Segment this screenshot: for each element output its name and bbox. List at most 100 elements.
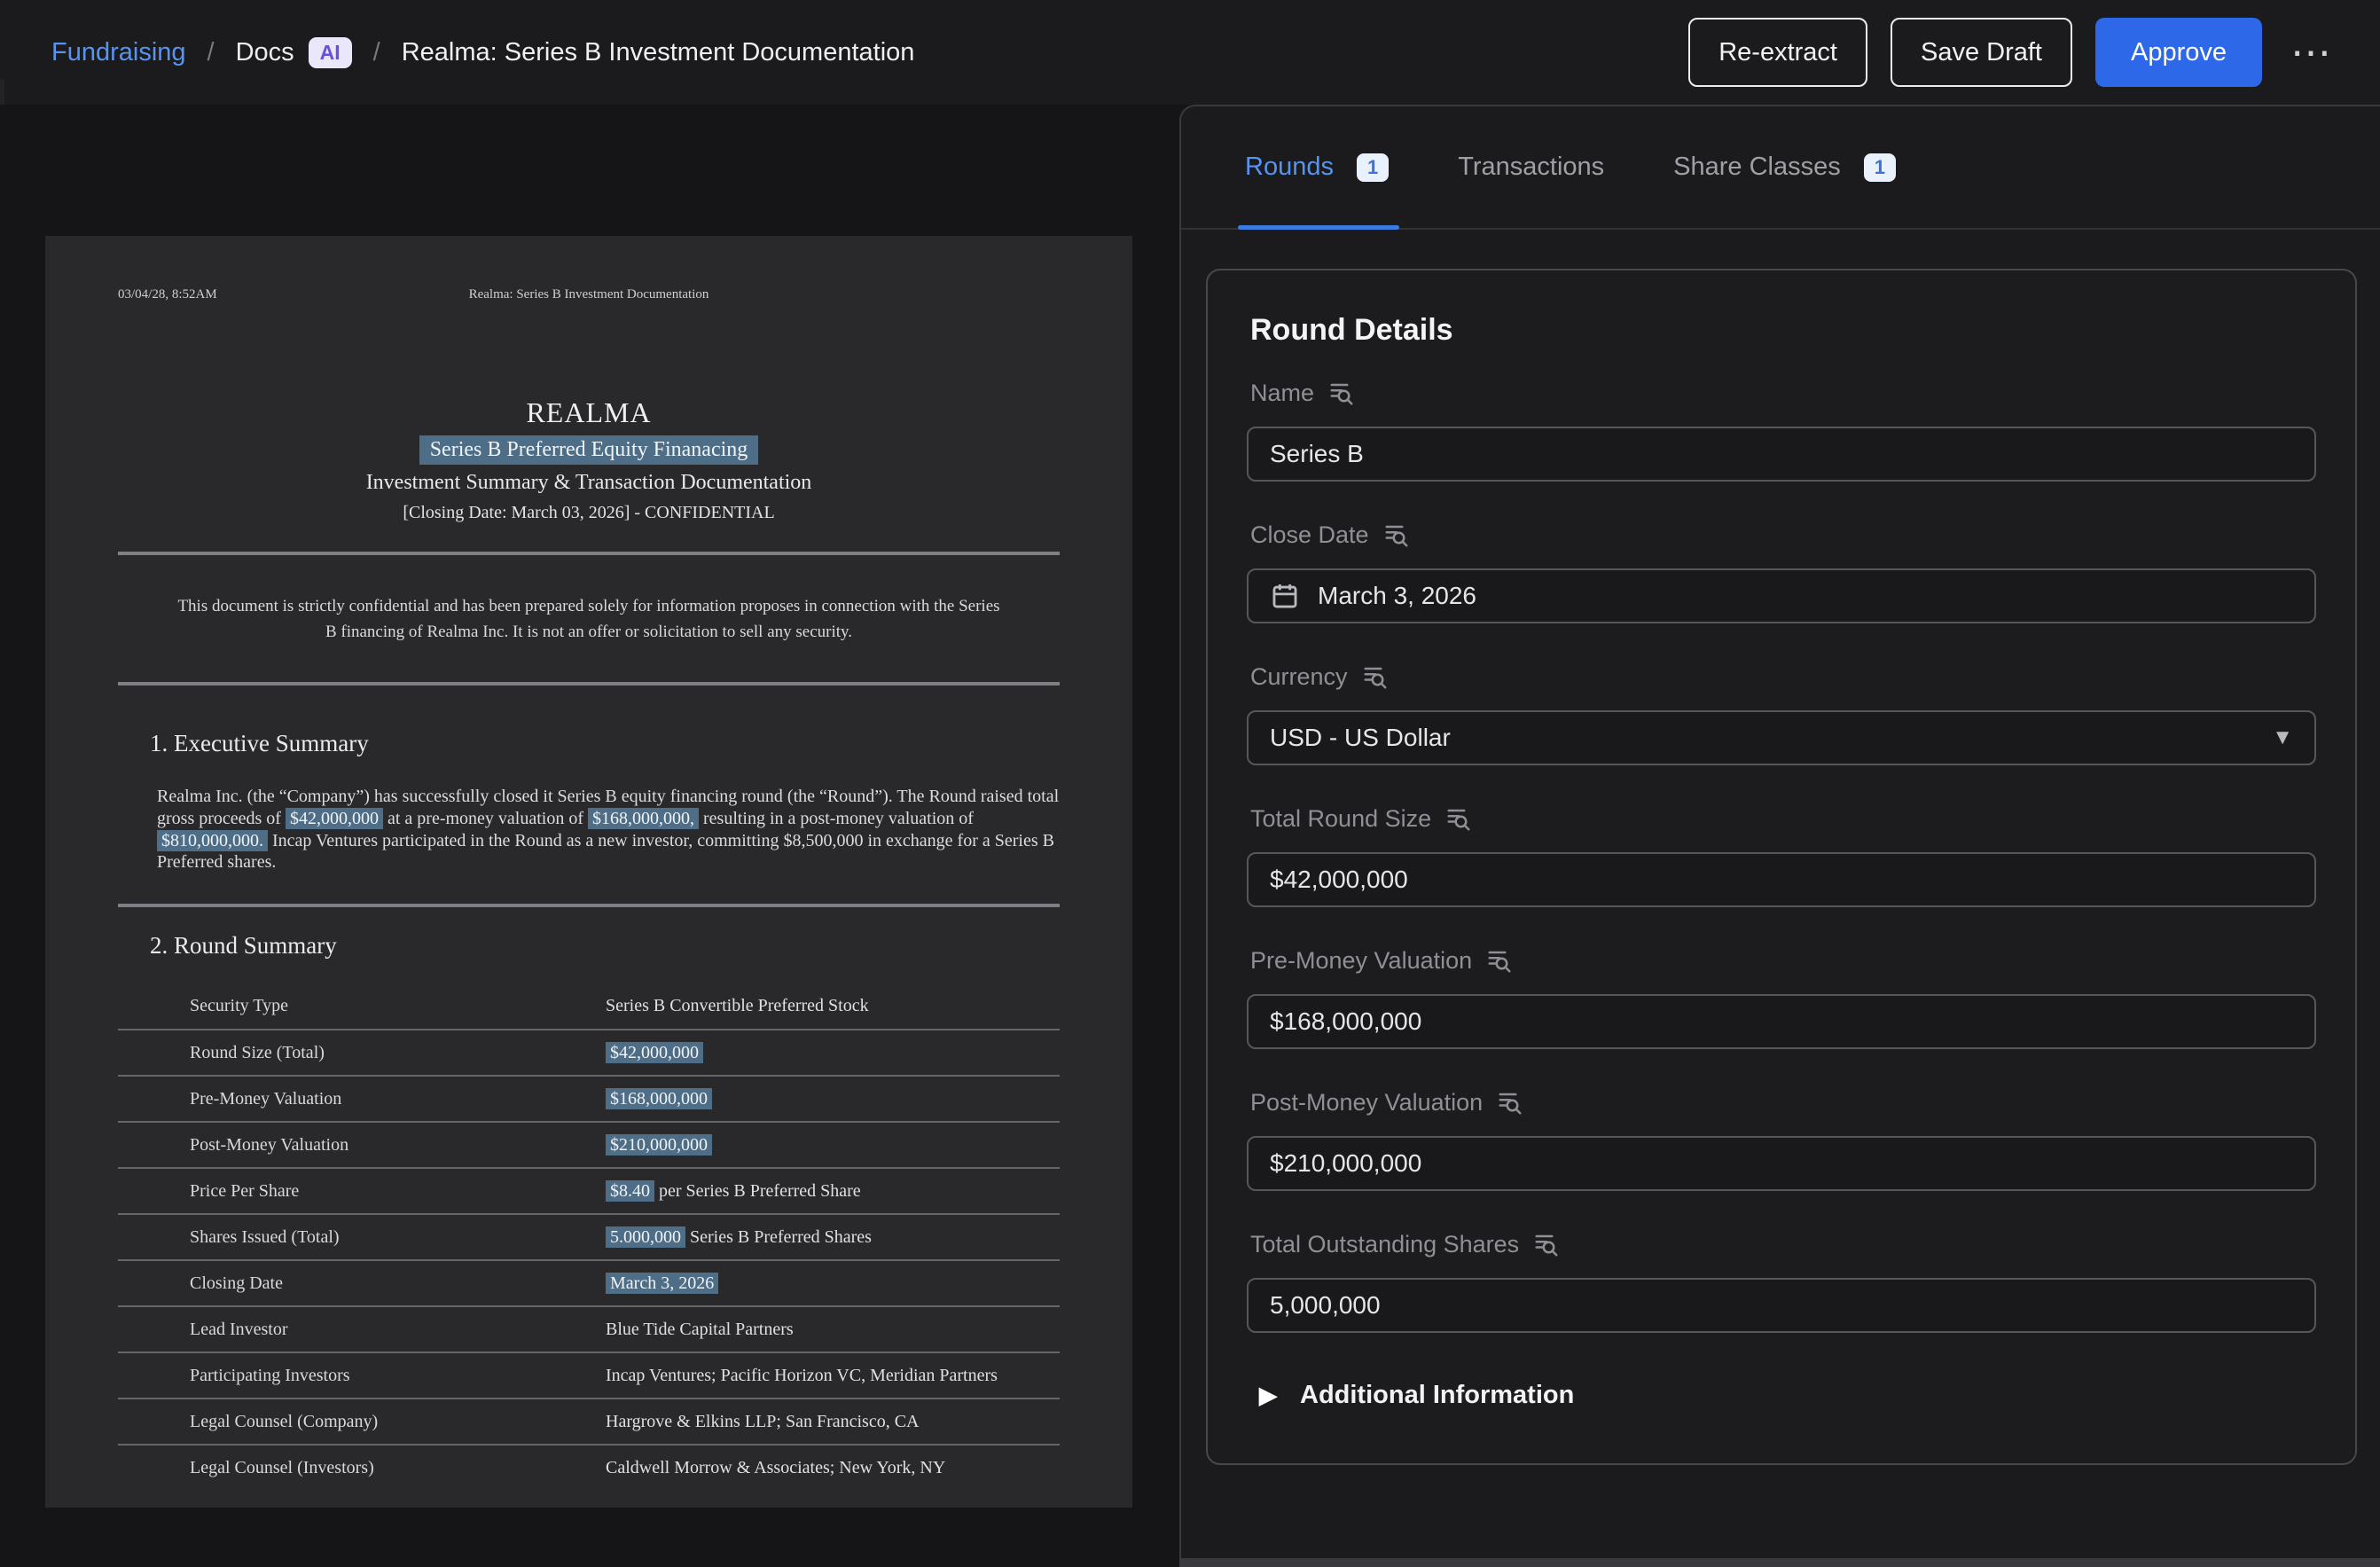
find-source-icon[interactable] — [1445, 806, 1472, 833]
extracted-value-highlight[interactable]: $8.40 — [606, 1180, 654, 1202]
total-round-size-input[interactable] — [1247, 852, 2316, 907]
paragraph-text: Incap Ventures participated in the Round… — [157, 831, 1054, 873]
ai-badge: AI — [309, 37, 352, 68]
divider — [118, 682, 1060, 686]
breadcrumb-separator: / — [373, 38, 380, 67]
approve-button[interactable]: Approve — [2095, 18, 2262, 87]
row-value: per Series B Preferred Share — [654, 1181, 861, 1201]
field-currency: Currency USD - US Dollar ▼ — [1247, 663, 2316, 765]
additional-information-toggle[interactable]: ▶ Additional Information — [1259, 1381, 2316, 1410]
field-label: Name — [1250, 380, 1314, 407]
pre-money-valuation-input[interactable] — [1247, 994, 2316, 1049]
tab-label: Transactions — [1458, 153, 1604, 182]
re-extract-button[interactable]: Re-extract — [1688, 18, 1867, 87]
extracted-value-highlight[interactable]: March 3, 2026 — [606, 1273, 718, 1294]
find-source-icon[interactable] — [1362, 664, 1389, 691]
extraction-panel: Rounds 1 Transactions Share Classes 1 Ro… — [1179, 105, 2380, 1567]
row-label: Participating Investors — [190, 1366, 606, 1386]
extracted-value-highlight[interactable]: $42,000,000 — [286, 808, 383, 829]
row-value: Incap Ventures; Pacific Horizon VC, Meri… — [606, 1366, 1060, 1386]
paragraph-text: resulting in a post-money valuation of — [699, 809, 974, 828]
table-row: Security Type Series B Convertible Prefe… — [118, 983, 1060, 1029]
tab-label: Rounds — [1245, 153, 1334, 182]
tab-count-badge: 1 — [1357, 153, 1389, 182]
main-content: 03/04/28, 8:52AM Realma: Series B Invest… — [0, 105, 2380, 1567]
breadcrumb-separator: / — [207, 38, 215, 67]
breadcrumb: Fundraising / Docs AI / Realma: Series B… — [51, 37, 914, 68]
field-label: Total Round Size — [1250, 805, 1431, 833]
page-title: Realma: Series B Investment Documentatio… — [402, 38, 915, 67]
document-title-block: REALMA Series B Preferred Equity Finanac… — [118, 395, 1060, 523]
breadcrumb-fundraising-link[interactable]: Fundraising — [51, 38, 186, 67]
table-row: Round Size (Total) $42,000,000 — [118, 1029, 1060, 1075]
document-subtitle-highlight[interactable]: Series B Preferred Equity Finanacing — [419, 435, 759, 465]
calendar-icon — [1270, 581, 1300, 611]
more-options-button[interactable]: ⋯ — [2285, 32, 2339, 73]
document-print-header: 03/04/28, 8:52AM Realma: Series B Invest… — [118, 287, 1060, 302]
confidential-note: This document is strictly confidential a… — [176, 594, 1001, 645]
field-label: Pre-Money Valuation — [1250, 947, 1472, 975]
paragraph-text: at a pre-money valuation of — [383, 809, 588, 828]
table-row: Participating Investors Incap Ventures; … — [118, 1352, 1060, 1398]
table-row: Legal Counsel (Company) Hargrove & Elkin… — [118, 1398, 1060, 1444]
chevron-down-icon: ▼ — [2272, 725, 2293, 750]
row-value: Hargrove & Elkins LLP; San Francisco, CA — [606, 1412, 1060, 1432]
document-closing-line: [Closing Date: March 03, 2026] - CONFIDE… — [118, 503, 1060, 523]
divider — [118, 552, 1060, 555]
post-money-valuation-input[interactable] — [1247, 1136, 2316, 1191]
currency-select[interactable]: USD - US Dollar ▼ — [1247, 710, 2316, 765]
save-draft-button[interactable]: Save Draft — [1891, 18, 2072, 87]
table-row: Lead Investor Blue Tide Capital Partners — [118, 1305, 1060, 1352]
document-company-name: REALMA — [118, 395, 1060, 430]
row-label: Lead Investor — [190, 1320, 606, 1340]
panel-tabs: Rounds 1 Transactions Share Classes 1 — [1181, 106, 2380, 230]
find-source-icon[interactable] — [1486, 948, 1513, 975]
tab-rounds[interactable]: Rounds 1 — [1245, 106, 1389, 228]
field-label: Total Outstanding Shares — [1250, 1231, 1519, 1258]
breadcrumb-docs-link[interactable]: Docs AI — [236, 37, 352, 68]
header-bar: Fundraising / Docs AI / Realma: Series B… — [0, 0, 2380, 105]
tab-share-classes[interactable]: Share Classes 1 — [1673, 106, 1896, 228]
header-actions: Re-extract Save Draft Approve ⋯ — [1688, 18, 2339, 87]
table-row: Price Per Share $8.40 per Series B Prefe… — [118, 1167, 1060, 1213]
divider — [118, 904, 1060, 907]
row-value: Caldwell Morrow & Associates; New York, … — [606, 1458, 1060, 1478]
extracted-value-highlight[interactable]: $810,000,000. — [157, 830, 268, 851]
total-outstanding-shares-input[interactable] — [1247, 1278, 2316, 1333]
find-source-icon[interactable] — [1383, 522, 1410, 549]
breadcrumb-docs-label: Docs — [236, 38, 294, 67]
extracted-value-highlight[interactable]: $168,000,000, — [588, 808, 699, 829]
close-date-field[interactable]: March 3, 2026 — [1247, 568, 2316, 623]
tab-transactions[interactable]: Transactions — [1458, 106, 1604, 228]
field-pre-money-valuation: Pre-Money Valuation — [1247, 947, 2316, 1049]
row-label: Shares Issued (Total) — [190, 1227, 606, 1248]
table-row: Closing Date March 3, 2026 — [118, 1259, 1060, 1305]
row-label: Closing Date — [190, 1273, 606, 1294]
table-row: Legal Counsel (Investors) Caldwell Morro… — [118, 1444, 1060, 1490]
card-title: Round Details — [1250, 313, 2316, 348]
find-source-icon[interactable] — [1497, 1090, 1523, 1116]
find-source-icon[interactable] — [1328, 380, 1355, 407]
row-value: Series B Convertible Preferred Stock — [606, 996, 1060, 1016]
disclosure-triangle-icon: ▶ — [1259, 1382, 1277, 1409]
tab-label: Share Classes — [1673, 153, 1841, 182]
field-close-date: Close Date March 3, 2026 — [1247, 521, 2316, 623]
executive-summary-paragraph: Realma Inc. (the “Company”) has successf… — [157, 786, 1060, 874]
section-2-heading: 2. Round Summary — [150, 932, 1060, 960]
panel-bottom-edge — [1181, 1558, 2380, 1567]
table-row: Post-Money Valuation $210,000,000 — [118, 1121, 1060, 1167]
extracted-value-highlight[interactable]: 5.000,000 — [606, 1226, 685, 1248]
row-value: Blue Tide Capital Partners — [606, 1320, 1060, 1340]
field-label: Close Date — [1250, 521, 1369, 549]
extracted-value-highlight[interactable]: $42,000,000 — [606, 1042, 703, 1063]
field-label: Currency — [1250, 663, 1348, 691]
additional-information-label: Additional Information — [1300, 1381, 1574, 1410]
tab-count-badge: 1 — [1864, 153, 1896, 182]
document-subtitle: Investment Summary & Transaction Documen… — [118, 471, 1060, 495]
name-input[interactable] — [1247, 427, 2316, 482]
field-label: Post-Money Valuation — [1250, 1089, 1483, 1116]
table-row: Shares Issued (Total) 5.000,000 Series B… — [118, 1213, 1060, 1259]
extracted-value-highlight[interactable]: $168,000,000 — [606, 1088, 712, 1109]
find-source-icon[interactable] — [1533, 1232, 1560, 1258]
extracted-value-highlight[interactable]: $210,000,000 — [606, 1134, 712, 1156]
